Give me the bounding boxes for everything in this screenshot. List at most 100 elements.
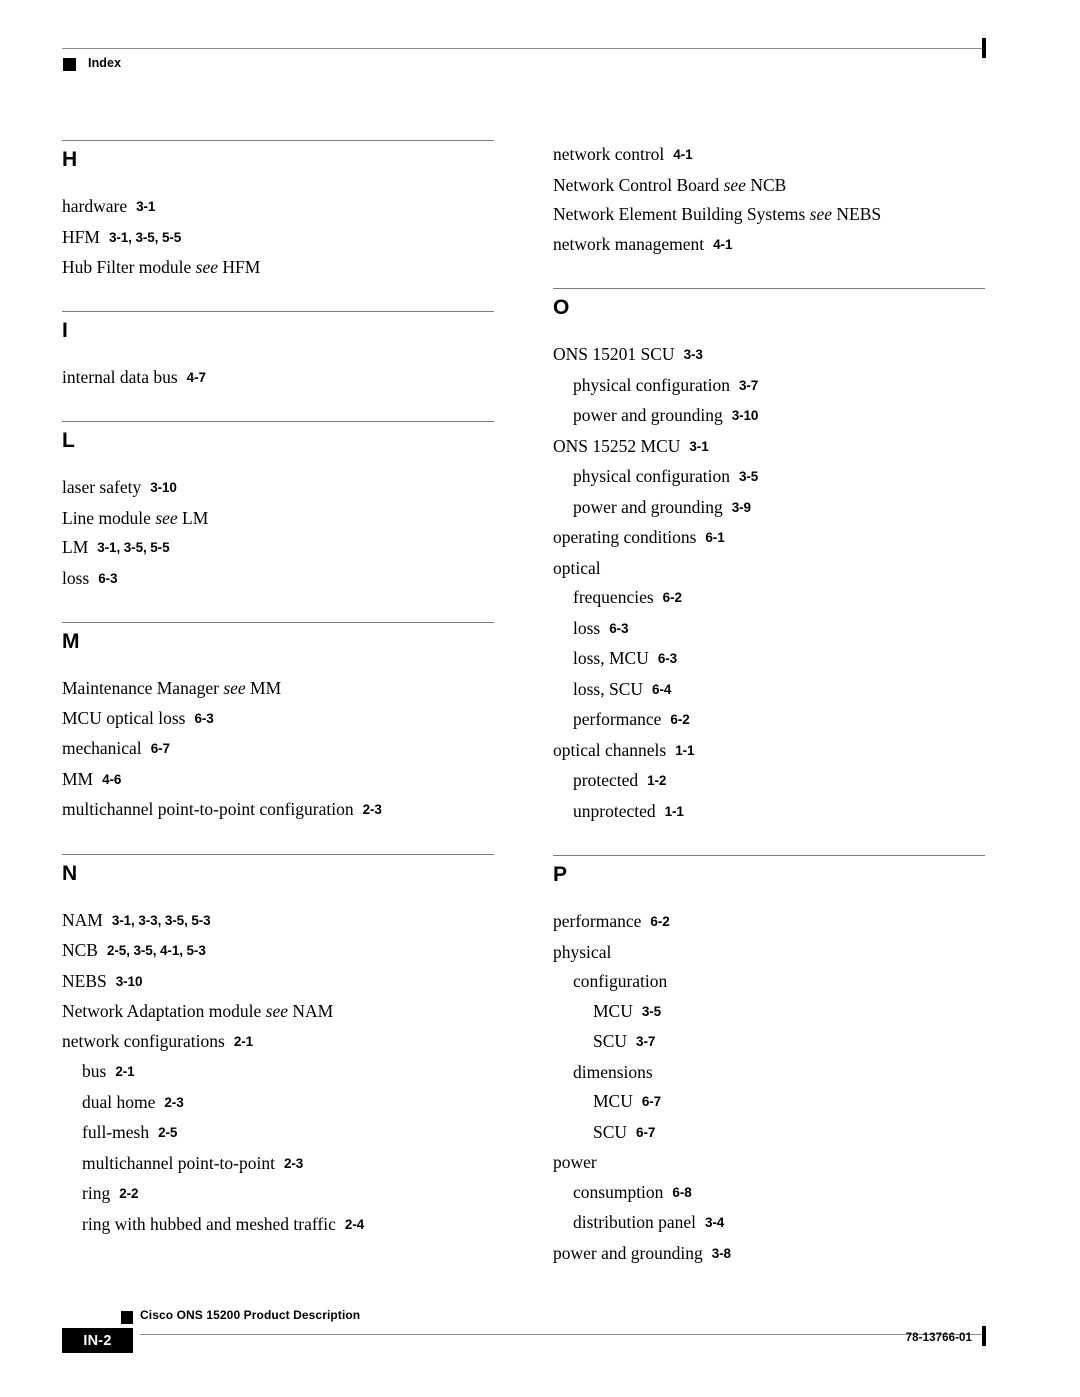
index-entry: unprotected 1-1 xyxy=(553,797,985,828)
index-entry-see-label: see xyxy=(265,1001,289,1021)
index-entry-page-reference[interactable]: 3-4 xyxy=(705,1215,724,1230)
index-entry-page-reference[interactable]: 2-3 xyxy=(164,1095,183,1110)
index-entry: Network Adaptation module see NAM xyxy=(62,997,494,1027)
index-entry-page-reference[interactable]: 2-3 xyxy=(363,802,382,817)
index-entry-page-reference[interactable]: 3-7 xyxy=(739,378,758,393)
index-entry-page-reference[interactable]: 4-6 xyxy=(102,772,121,787)
index-entry: Line module see LM xyxy=(62,504,494,534)
index-entry: network control 4-1 xyxy=(553,140,985,171)
footer-square-bullet-icon xyxy=(121,1311,133,1324)
index-column-left: Hhardware 3-1 HFM 3-1, 3-5, 5-5 Hub Filter m… xyxy=(62,140,494,1240)
index-entry-term: Hub Filter module xyxy=(62,257,192,277)
index-entry-page-reference[interactable]: 3-1, 3-5, 5-5 xyxy=(109,230,181,245)
index-entry-page-reference[interactable]: 3-9 xyxy=(732,500,751,515)
index-entry-page-reference[interactable]: 3-3 xyxy=(684,347,703,362)
index-entry-page-reference[interactable]: 6-2 xyxy=(670,712,689,727)
index-entry-page-reference[interactable]: 2-1 xyxy=(234,1034,253,1049)
index-entry-page-reference[interactable]: 3-7 xyxy=(636,1034,655,1049)
index-entry-page-reference[interactable]: 3-10 xyxy=(116,974,143,989)
index-entry-page-reference[interactable]: 6-3 xyxy=(658,651,677,666)
index-entry: protected 1-2 xyxy=(553,766,985,797)
index-entry-see-label: see xyxy=(223,678,246,698)
index-entry-term: ONS 15201 SCU xyxy=(553,344,675,364)
index-entry-term: performance xyxy=(553,911,642,931)
index-entry-term: internal data bus xyxy=(62,366,178,387)
section-letter-heading: L xyxy=(62,429,75,452)
index-entry-term: ONS 15252 MCU xyxy=(553,435,681,456)
index-entry-page-reference[interactable]: 6-1 xyxy=(705,530,724,545)
index-entry-term: multichannel point-to-point configuratio… xyxy=(62,799,354,819)
index-entry-page-reference[interactable]: 3-5 xyxy=(642,1004,661,1019)
index-entry-page-reference[interactable]: 1-2 xyxy=(647,773,666,788)
index-entry-page-reference[interactable]: 3-1 xyxy=(689,439,708,454)
index-entry-term: loss xyxy=(62,567,90,588)
index-entry-term: hardware xyxy=(62,196,128,216)
index-section: Pperformance 6-2 physical configuration MCU 3… xyxy=(553,855,985,1269)
index-entry-page-reference[interactable]: 6-3 xyxy=(98,571,117,586)
index-entry-page-reference[interactable]: 6-4 xyxy=(652,682,671,697)
index-entry: Network Control Board see NCB xyxy=(553,171,985,201)
index-section: Hhardware 3-1 HFM 3-1, 3-5, 5-5 Hub Filter m… xyxy=(62,140,494,283)
index-entry-page-reference[interactable]: 2-4 xyxy=(345,1217,364,1232)
index-column-right: network control 4-1 Network Control Board … xyxy=(553,140,985,1269)
index-entry-page-reference[interactable]: 6-8 xyxy=(672,1185,691,1200)
index-entry-page-reference[interactable]: 4-1 xyxy=(713,237,732,252)
index-entry: dual home 2-3 xyxy=(62,1088,494,1119)
index-entry: Maintenance Manager see MM xyxy=(62,674,494,704)
index-entry-term: Network Adaptation module xyxy=(62,1001,262,1021)
index-entry-page-reference[interactable]: 3-5 xyxy=(739,469,758,484)
index-entry-term: Network Control Board xyxy=(553,174,720,195)
index-entry-term: HFM xyxy=(62,226,100,247)
index-entry-page-reference[interactable]: 6-3 xyxy=(194,711,213,726)
index-entry-term: unprotected xyxy=(573,800,656,821)
index-entry-term: Network Element Building Systems xyxy=(553,204,806,224)
index-entry-page-reference[interactable]: 2-1 xyxy=(115,1064,134,1079)
index-entry-page-reference[interactable]: 2-5, 3-5, 4-1, 5-3 xyxy=(107,943,206,958)
index-entry-page-reference[interactable]: 6-7 xyxy=(636,1125,655,1140)
index-entry-term: optical channels xyxy=(553,739,667,760)
index-entry-page-reference[interactable]: 3-1, 3-3, 3-5, 5-3 xyxy=(112,913,211,928)
index-entry-page-reference[interactable]: 3-8 xyxy=(712,1246,731,1261)
index-entry-page-reference[interactable]: 1-1 xyxy=(675,743,694,758)
index-entry-term: ring with hubbed and meshed traffic xyxy=(82,1213,336,1234)
index-entry-page-reference[interactable]: 6-7 xyxy=(642,1094,661,1109)
section-letter-heading: M xyxy=(62,630,80,653)
index-entry: optical xyxy=(553,554,985,584)
index-entry-see-target: HFM xyxy=(218,257,261,277)
index-entry-page-reference[interactable]: 4-1 xyxy=(673,147,692,162)
index-entry-page-reference[interactable]: 2-5 xyxy=(158,1125,177,1140)
section-divider xyxy=(62,140,494,141)
index-section: M Maintenance Manager see MM MCU optical l… xyxy=(62,622,494,826)
section-letter-heading: O xyxy=(553,296,570,319)
index-entry: loss, MCU 6-3 xyxy=(553,644,985,675)
index-entry-page-reference[interactable]: 1-1 xyxy=(665,804,684,819)
index-entry-page-reference[interactable]: 3-1, 3-5, 5-5 xyxy=(97,540,169,555)
index-section: O ONS 15201 SCU 3-3 physical configuration 3… xyxy=(553,288,985,827)
index-entry: SCU 3-7 xyxy=(553,1027,985,1058)
index-entry-see-label: see xyxy=(155,507,178,528)
index-entry-page-reference[interactable]: 2-3 xyxy=(284,1156,303,1171)
index-entry-page-reference[interactable]: 3-10 xyxy=(732,408,759,423)
index-entry-page-reference[interactable]: 3-1 xyxy=(136,199,155,214)
index-entry-page-reference[interactable]: 3-10 xyxy=(150,480,177,495)
index-entry-term: SCU xyxy=(593,1031,628,1051)
index-entry-term: loss, MCU xyxy=(573,648,649,668)
index-entry-page-reference[interactable]: 6-2 xyxy=(650,914,669,929)
index-entry: HFM 3-1, 3-5, 5-5 xyxy=(62,223,494,254)
index-entry: loss 6-3 xyxy=(62,564,494,595)
index-entry-page-reference[interactable]: 2-2 xyxy=(119,1186,138,1201)
index-entry-term: optical xyxy=(553,557,601,578)
index-entry-page-reference[interactable]: 6-3 xyxy=(609,621,628,636)
index-entry-term: operating conditions xyxy=(553,527,697,547)
index-entry-term: full-mesh xyxy=(82,1122,150,1142)
index-entry-term: bus xyxy=(82,1061,107,1081)
index-entry-term: MCU xyxy=(593,1091,633,1111)
index-entry-page-reference[interactable]: 6-2 xyxy=(663,590,682,605)
section-letter-heading: I xyxy=(62,318,68,342)
index-entry: SCU 6-7 xyxy=(553,1118,985,1149)
index-entry-page-reference[interactable]: 4-7 xyxy=(187,370,206,385)
index-entry-term: performance xyxy=(573,709,662,729)
index-entry-term: network management xyxy=(553,233,705,254)
index-entry: power and grounding 3-10 xyxy=(553,401,985,432)
index-entry-page-reference[interactable]: 6-7 xyxy=(151,741,170,756)
